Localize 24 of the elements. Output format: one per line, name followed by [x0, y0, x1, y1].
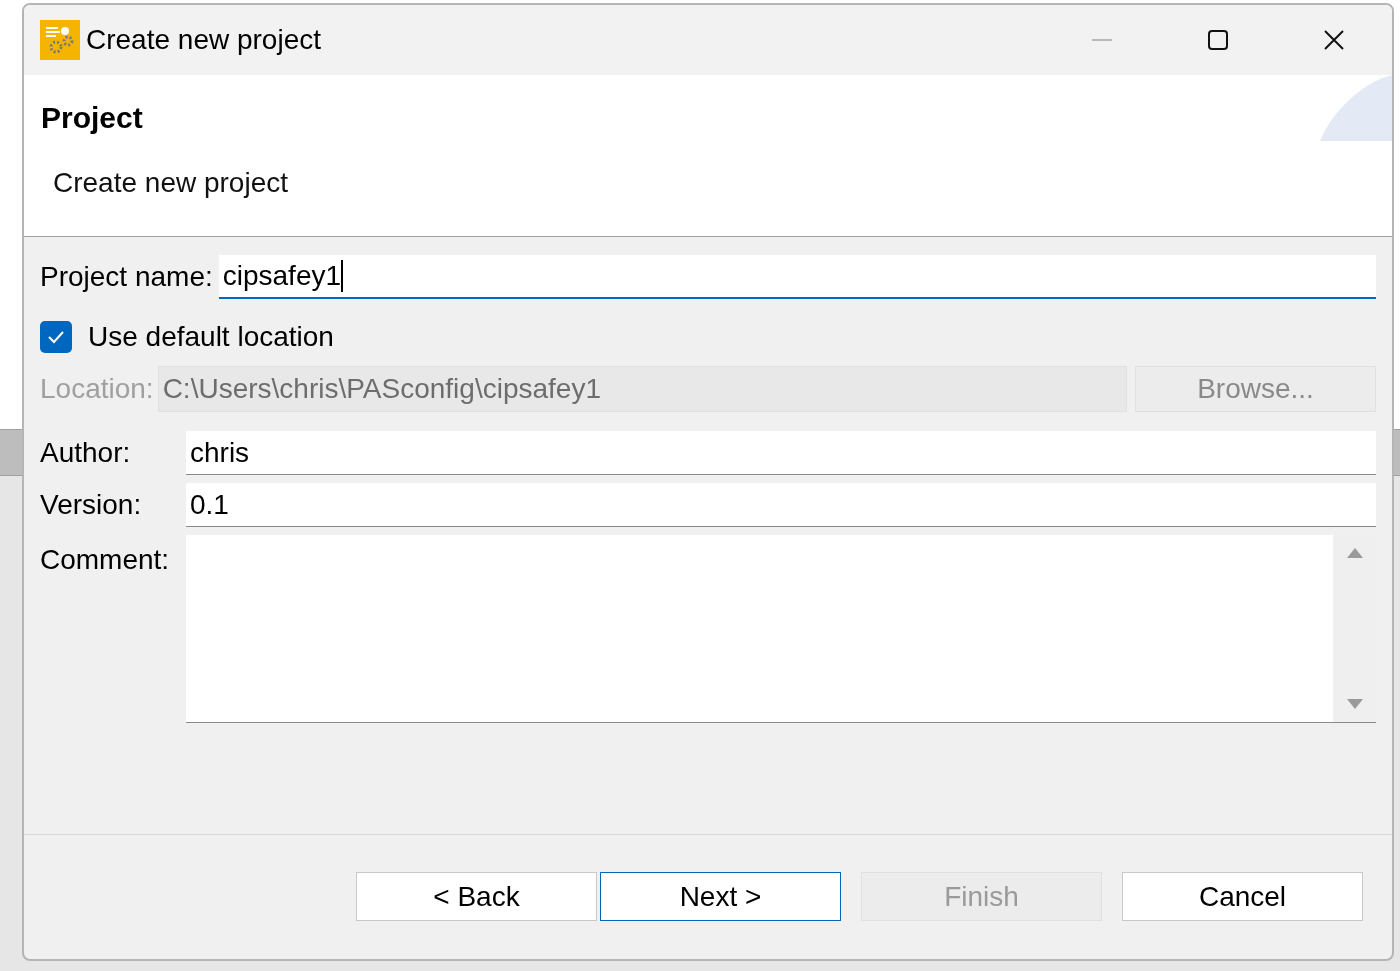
- close-icon: [1323, 29, 1345, 51]
- checkbox[interactable]: [40, 321, 72, 353]
- field-label: Location:: [40, 372, 154, 406]
- page-description: Create new project: [53, 166, 289, 200]
- field-label: Version:: [40, 488, 143, 522]
- text-field[interactable]: 0.1: [186, 483, 1376, 527]
- project-name-field[interactable]: cipsafey1: [218, 255, 1376, 299]
- scroll-up-icon[interactable]: [1345, 547, 1364, 559]
- window-title: Create new project: [86, 23, 321, 57]
- checkbox-label[interactable]: Use default location: [88, 316, 334, 358]
- comment-field[interactable]: [186, 535, 1376, 723]
- maximize-icon: [1207, 29, 1229, 51]
- field-label: Project name:: [40, 260, 213, 294]
- gears-app-icon: [40, 20, 80, 60]
- dialog-button[interactable]: < Back: [356, 872, 597, 921]
- field-label: Author:: [40, 436, 132, 470]
- checkmark-icon: [47, 330, 65, 344]
- minimize-icon: [1091, 38, 1113, 42]
- page-title: Project: [41, 100, 143, 136]
- scroll-down-icon[interactable]: [1345, 698, 1364, 710]
- text-field[interactable]: chris: [186, 431, 1376, 475]
- field-label: Comment:: [40, 543, 171, 577]
- dialog-button[interactable]: Next >: [600, 872, 841, 921]
- dialog-button[interactable]: Cancel: [1122, 872, 1363, 921]
